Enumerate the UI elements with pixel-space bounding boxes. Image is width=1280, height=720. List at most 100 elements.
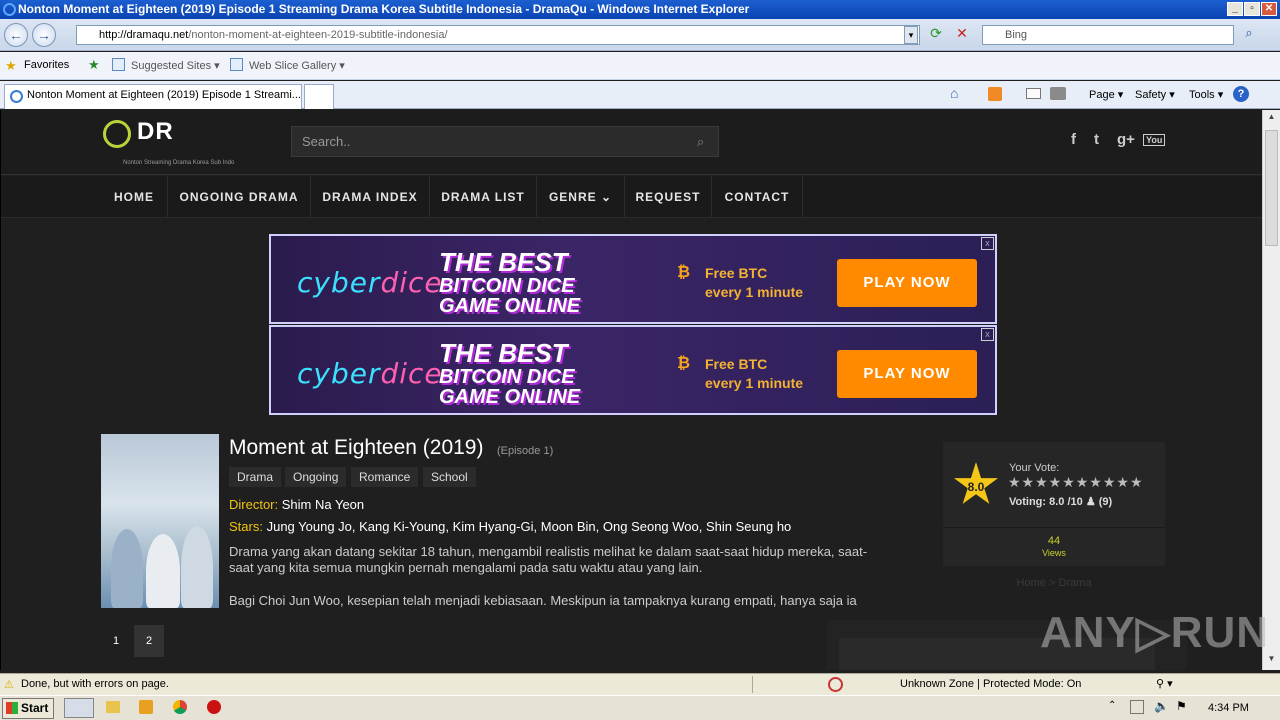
ad-headline: THE BEST BITCOIN DICE GAME ONLINE xyxy=(439,248,580,316)
print-icon[interactable] xyxy=(1050,87,1066,100)
home-icon[interactable]: ⌂ xyxy=(950,85,958,101)
ad-close-icon[interactable]: x xyxy=(981,237,994,250)
ad-headline: THE BEST BITCOIN DICE GAME ONLINE xyxy=(439,339,580,407)
page-icon xyxy=(230,58,243,71)
ad-banner[interactable]: cyberdice THE BEST BITCOIN DICE GAME ONL… xyxy=(269,234,997,324)
menu-request[interactable]: REQUEST xyxy=(625,176,712,218)
close-window-button[interactable]: ✕ xyxy=(1261,2,1277,16)
facebook-icon[interactable]: f xyxy=(1071,131,1076,148)
network-icon[interactable] xyxy=(1130,700,1144,714)
ie-search-input[interactable]: Bing xyxy=(982,25,1234,45)
stars-names[interactable]: Jung Young Jo, Kang Ki-Young, Kim Hyang-… xyxy=(267,519,792,534)
chrome-icon[interactable] xyxy=(173,700,187,714)
breadcrumb[interactable]: Home > Drama xyxy=(943,577,1165,589)
ad-free1: Free BTC xyxy=(705,356,768,372)
clock[interactable]: 4:34 PM xyxy=(1208,702,1249,714)
tray-arrow-icon[interactable]: ⌃ xyxy=(1108,700,1116,711)
volume-icon[interactable]: 🔈 xyxy=(1154,699,1169,713)
forward-button[interactable]: → xyxy=(32,23,56,47)
voting-score: Voting: 8.0 /10 ♟ (9) xyxy=(1009,495,1112,508)
ad-brand-b: dice xyxy=(380,357,443,390)
tools-menu[interactable]: Tools ▾ xyxy=(1189,88,1223,101)
tab-ie-icon xyxy=(10,90,23,103)
voters-icon: ♟ xyxy=(1085,496,1099,508)
new-tab-button[interactable] xyxy=(304,84,334,109)
search-go-icon[interactable]: ⌕ xyxy=(1238,25,1260,45)
voting-count: (9) xyxy=(1098,496,1113,508)
director-name[interactable]: Shim Na Yeon xyxy=(282,497,364,512)
voting-text: Voting: 8.0 /10 xyxy=(1009,496,1083,508)
safety-menu[interactable]: Safety ▾ xyxy=(1135,88,1175,101)
ad-free2: every 1 minute xyxy=(705,375,804,391)
suggested-sites-link[interactable]: Suggested Sites ▾ xyxy=(131,59,220,72)
ad-close-icon[interactable]: x xyxy=(981,328,994,341)
drama-title: Moment at Eighteen (2019) xyxy=(229,436,484,459)
ad-brand: cyberdice xyxy=(297,357,443,390)
minimize-button[interactable]: _ xyxy=(1227,2,1243,16)
window-titlebar: Nonton Moment at Eighteen (2019) Episode… xyxy=(0,0,1280,19)
ad-play-now-button[interactable]: PLAY NOW xyxy=(837,259,977,307)
favorites-button[interactable]: Favorites xyxy=(24,59,69,71)
mail-icon[interactable] xyxy=(1026,88,1041,99)
ad-play-now-button[interactable]: PLAY NOW xyxy=(837,350,977,398)
maximize-button[interactable]: ▫ xyxy=(1244,2,1260,16)
page-2-button[interactable]: 2 xyxy=(134,625,164,657)
youtube-icon[interactable]: You xyxy=(1143,134,1166,146)
tag-drama[interactable]: Drama xyxy=(229,467,282,487)
vote-stars[interactable]: ★★★★★★★★★★ xyxy=(1008,474,1144,491)
favorites-bar: ★ Favorites ★ Suggested Sites ▾ Web Slic… xyxy=(0,52,1280,80)
help-icon[interactable]: ? xyxy=(1233,86,1249,102)
web-page: DR Nonton Streaming Drama Korea Sub Indo… xyxy=(0,110,1262,670)
menu-drama-list[interactable]: DRAMA LIST xyxy=(430,176,537,218)
ad-free2: every 1 minute xyxy=(705,284,804,300)
ad-banner[interactable]: cyberdice THE BEST BITCOIN DICE GAME ONL… xyxy=(269,325,997,415)
search-icon[interactable]: ⌕ xyxy=(697,134,704,150)
tag-ongoing[interactable]: Ongoing xyxy=(285,467,347,487)
vertical-scrollbar[interactable]: ▲ ▼ xyxy=(1262,110,1280,670)
media-player-icon[interactable] xyxy=(139,700,153,714)
menu-genre[interactable]: GENRE ⌄ xyxy=(537,176,625,218)
scroll-thumb[interactable] xyxy=(1265,130,1278,246)
refresh-icon[interactable]: ⟳ xyxy=(926,25,946,45)
folder-icon[interactable] xyxy=(106,701,120,713)
zone-status: Unknown Zone | Protected Mode: On xyxy=(900,678,1082,690)
page-1-button[interactable]: 1 xyxy=(101,625,131,657)
menu-ongoing-drama[interactable]: ONGOING DRAMA xyxy=(168,176,311,218)
your-vote-label: Your Vote: xyxy=(1009,462,1060,474)
watermark: ANY▷RUN xyxy=(1040,608,1270,657)
warning-icon[interactable]: ⚠ xyxy=(4,678,14,691)
address-dropdown-icon[interactable]: ▾ xyxy=(904,26,918,44)
tab-active[interactable]: Nonton Moment at Eighteen (2019) Episode… xyxy=(4,84,302,109)
web-slice-gallery-link[interactable]: Web Slice Gallery ▾ xyxy=(249,59,345,72)
tag-school[interactable]: School xyxy=(423,467,476,487)
site-logo[interactable]: DR xyxy=(137,118,174,146)
film-reel-icon[interactable] xyxy=(103,120,131,148)
tag-romance[interactable]: Romance xyxy=(351,467,419,487)
feeds-icon[interactable] xyxy=(988,87,1002,101)
tab-bar: Nonton Moment at Eighteen (2019) Episode… xyxy=(0,81,1280,109)
add-favorites-icon[interactable]: ★ xyxy=(88,57,100,73)
taskbar-ie-icon[interactable] xyxy=(64,698,94,718)
flag-icon[interactable]: ⚑ xyxy=(1176,699,1187,713)
poster-figure xyxy=(111,529,143,608)
back-button[interactable]: ← xyxy=(4,23,28,47)
status-message: Done, but with errors on page. xyxy=(21,678,169,690)
ad-line1: THE BEST xyxy=(439,338,568,368)
menu-drama-index[interactable]: DRAMA INDEX xyxy=(311,176,430,218)
drama-poster[interactable] xyxy=(101,434,219,608)
stop-icon[interactable]: ✕ xyxy=(952,25,972,45)
google-plus-icon[interactable]: g+ xyxy=(1117,131,1135,148)
app-red-icon[interactable] xyxy=(207,700,221,714)
popup-blocked-icon[interactable] xyxy=(828,677,843,692)
zoom-dropdown[interactable]: ⚲ ▾ xyxy=(1156,677,1173,690)
menu-contact[interactable]: CONTACT xyxy=(712,176,803,218)
scroll-up-icon[interactable]: ▲ xyxy=(1264,112,1279,126)
twitter-icon[interactable]: t xyxy=(1094,131,1099,148)
start-button[interactable]: Start xyxy=(2,698,54,719)
page-menu[interactable]: Page ▾ xyxy=(1089,88,1123,101)
address-bar[interactable]: http://dramaqu.net/nonton-moment-at-eigh… xyxy=(76,25,920,45)
ad-brand-a: cyber xyxy=(297,357,381,390)
ad-line2: BITCOIN DICE xyxy=(439,366,575,388)
menu-home[interactable]: HOME xyxy=(101,176,168,218)
site-search-input[interactable]: Search.. xyxy=(291,126,719,157)
